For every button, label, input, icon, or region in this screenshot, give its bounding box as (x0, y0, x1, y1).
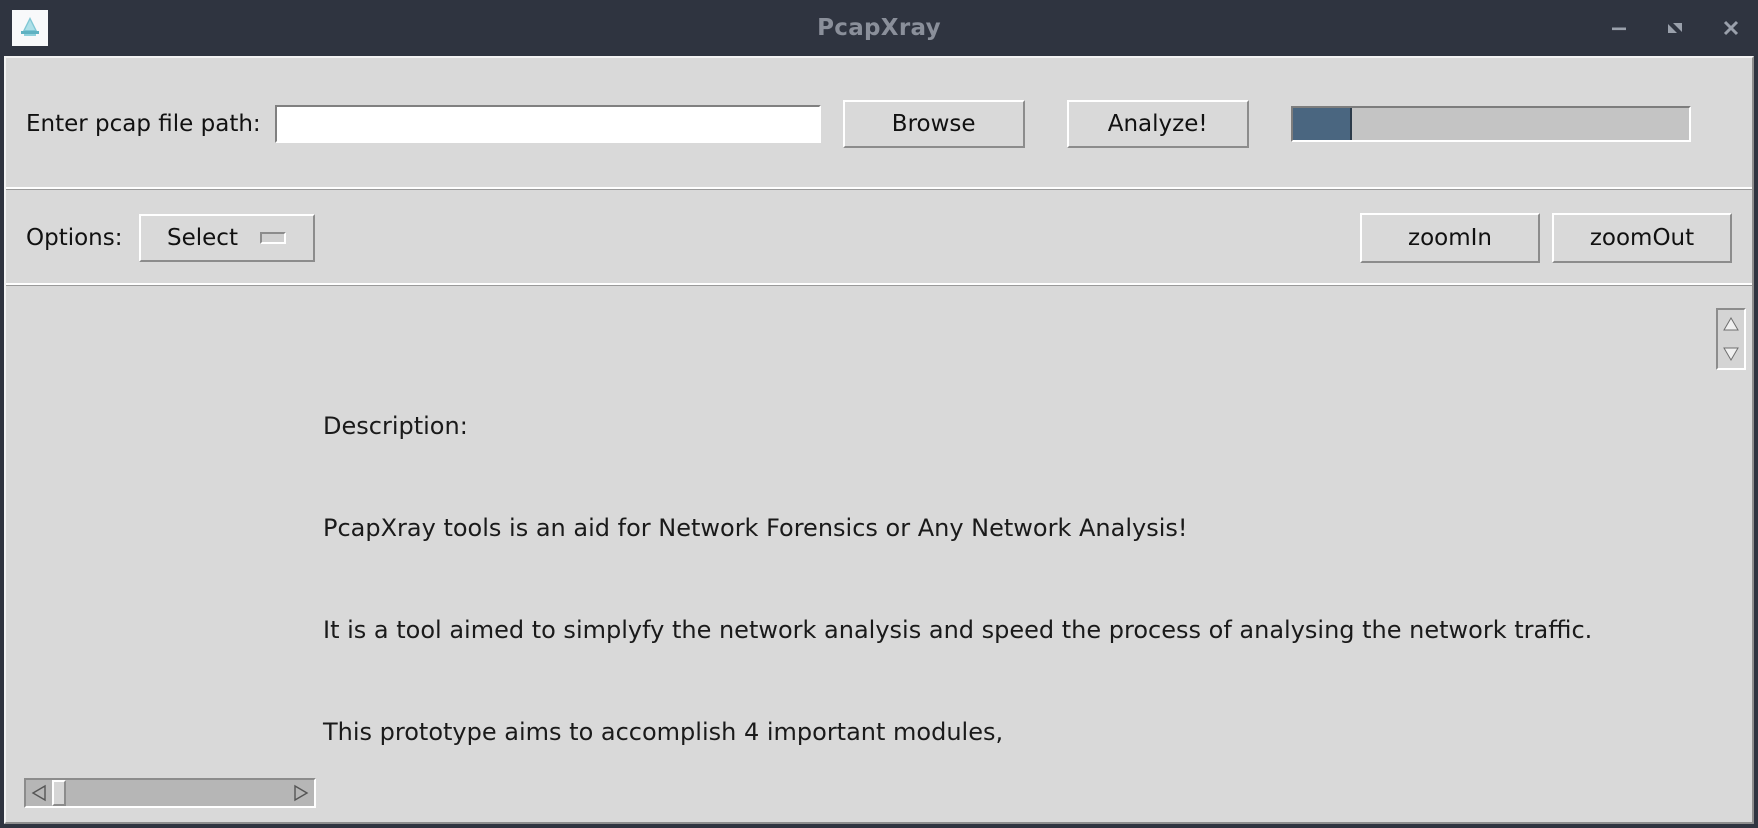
triangle-up-icon[interactable] (1720, 312, 1742, 336)
options-select-menu[interactable]: Select (138, 213, 315, 262)
maximize-icon[interactable] (1662, 15, 1688, 41)
horizontal-scroll-track[interactable] (52, 780, 288, 806)
options-row: Options: Select zoomIn zoomOut (6, 190, 1752, 286)
triangle-right-icon[interactable] (288, 780, 314, 806)
description-heading: Description: (323, 412, 468, 440)
zoom-in-button[interactable]: zoomIn (1360, 212, 1540, 263)
window-controls (1606, 0, 1744, 56)
pcapxray-window: PcapXray Enter pcap file path: Browse An… (0, 0, 1758, 828)
description-line-3: This prototype aims to accomplish 4 impo… (323, 718, 1004, 746)
canvas-horizontal-scrollbar[interactable] (24, 778, 316, 808)
pcap-path-input[interactable] (274, 104, 821, 143)
analysis-progress-bar (1290, 105, 1691, 142)
options-label: Options: (26, 224, 123, 251)
zoom-out-button[interactable]: zoomOut (1552, 212, 1732, 263)
triangle-left-icon[interactable] (26, 780, 52, 806)
zoom-in-button-label: zoomIn (1408, 224, 1492, 251)
triangle-down-icon[interactable] (1720, 342, 1742, 366)
canvas-vertical-scrollbar[interactable] (1716, 308, 1746, 370)
analyze-button[interactable]: Analyze! (1066, 99, 1249, 148)
close-icon[interactable] (1718, 15, 1744, 41)
window-title: PcapXray (817, 15, 941, 41)
zoom-out-button-label: zoomOut (1589, 224, 1695, 251)
title-bar: PcapXray (0, 0, 1758, 56)
browse-button[interactable]: Browse (842, 99, 1025, 148)
file-path-row: Enter pcap file path: Browse Analyze! (6, 58, 1752, 190)
client-area: Enter pcap file path: Browse Analyze! Op… (4, 56, 1754, 824)
description-line-2: It is a tool aimed to simplyfy the netwo… (323, 616, 1593, 644)
option-menu-indicator-icon (259, 231, 286, 244)
description-line-1: PcapXray tools is an aid for Network For… (323, 514, 1188, 542)
pcapxray-app-icon (12, 10, 48, 46)
options-select-value: Select (167, 224, 238, 251)
description-spacer-1 (323, 817, 1592, 822)
analyze-button-label: Analyze! (1107, 110, 1208, 137)
pcap-path-label: Enter pcap file path: (26, 110, 261, 137)
horizontal-scroll-thumb[interactable] (52, 780, 66, 806)
progress-fill (1292, 107, 1353, 140)
browse-button-label: Browse (891, 110, 976, 137)
description-block: Description: PcapXray tools is an aid fo… (323, 341, 1592, 822)
minimize-icon[interactable] (1606, 15, 1632, 41)
graph-canvas[interactable]: Description: PcapXray tools is an aid fo… (6, 286, 1752, 822)
